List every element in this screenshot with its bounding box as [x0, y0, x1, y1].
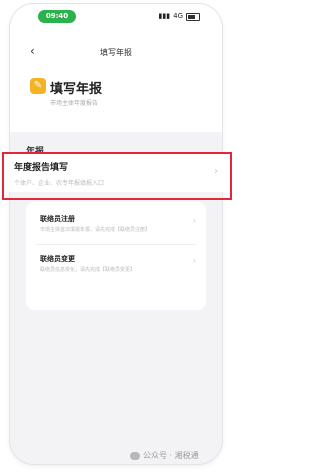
- highlight-box: [2, 152, 232, 200]
- battery-icon: [186, 12, 200, 21]
- signal-icon: ▮▮▮: [158, 12, 171, 20]
- watermark: 公众号 · 湘税通: [130, 450, 199, 461]
- status-bar: 09:40 ▮▮▮ 4G: [10, 4, 222, 40]
- chevron-right-icon[interactable]: ›: [193, 256, 196, 265]
- hero-subtitle: 市场主体年度报告: [50, 100, 99, 107]
- page-title: 填写年报: [100, 48, 132, 57]
- status-icons: ▮▮▮ 4G: [159, 10, 200, 23]
- hero-header: ✎ 填写年报 市场主体年度报告: [10, 66, 222, 132]
- contact-change-desc: 联络员信息变化，请先完成【联络员变更】: [40, 267, 136, 273]
- phone-frame: 09:40 ▮▮▮ 4G ‹ 填写年报 ✎ 填写年报 市场主体年度报告 年报 联…: [10, 4, 222, 464]
- contact-register-desc: 市场主体首次填报年报，请先完成【联络员注册】: [40, 227, 151, 233]
- divider: [36, 244, 196, 245]
- pencil-icon: ✎: [30, 78, 46, 94]
- chevron-right-icon[interactable]: ›: [193, 216, 196, 225]
- contact-card: 联络员注册 市场主体首次填报年报，请先完成【联络员注册】 › 联络员变更 联络员…: [26, 202, 206, 310]
- contact-register-title[interactable]: 联络员注册: [40, 214, 75, 224]
- hero-title: 填写年报: [50, 82, 103, 97]
- network-label: 4G: [173, 12, 183, 20]
- status-time: 09:40: [38, 10, 76, 23]
- contact-change-title[interactable]: 联络员变更: [40, 254, 75, 264]
- nav-bar: ‹ 填写年报: [10, 40, 222, 66]
- wechat-icon: [130, 451, 140, 460]
- watermark-text: 公众号 · 湘税通: [143, 451, 199, 460]
